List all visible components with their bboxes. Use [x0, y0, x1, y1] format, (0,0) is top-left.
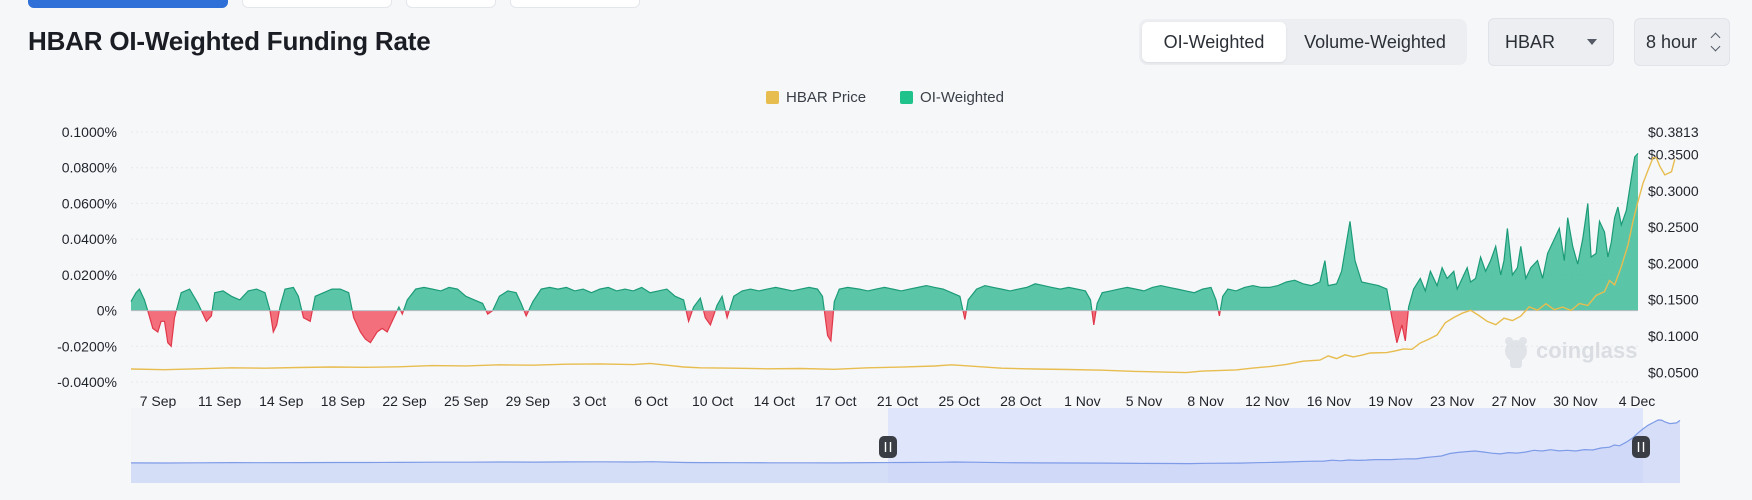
x-tick: 21 Oct: [877, 393, 918, 409]
x-tick: 5 Nov: [1126, 393, 1163, 409]
watermark-logo-ear: [1519, 337, 1527, 345]
y-tick-left: 0.0200%: [62, 267, 117, 283]
x-tick: 11 Sep: [198, 393, 242, 409]
y-tick-right: $0.1500: [1648, 292, 1699, 308]
y-tick-right: $0.3500: [1648, 147, 1699, 163]
y-tick-left: 0.0400%: [62, 231, 117, 247]
x-tick: 8 Nov: [1187, 393, 1224, 409]
x-tick: 14 Oct: [754, 393, 795, 409]
x-tick: 29 Sep: [506, 393, 551, 409]
x-tick: 23 Nov: [1430, 393, 1474, 409]
y-tick-right: $0.2500: [1648, 219, 1699, 235]
x-tick: 16 Nov: [1307, 393, 1351, 409]
y-tick-right: $0.1000: [1648, 328, 1699, 344]
x-tick: 18 Sep: [321, 393, 366, 409]
funding-rate-chart: 0.1000% 0.0800% 0.0600% 0.0400% 0.0200% 0% -0.…: [57, 124, 1699, 483]
y-axis-left: 0.1000% 0.0800% 0.0600% 0.0400% 0.0200% 0% -0.…: [57, 124, 117, 390]
x-tick: 6 Oct: [634, 393, 668, 409]
y-tick-left: -0.0400%: [57, 374, 117, 390]
watermark-text: coinglass: [1536, 338, 1637, 363]
y-tick-right: $0.0500: [1648, 364, 1699, 380]
x-tick: 1 Nov: [1064, 393, 1101, 409]
x-tick: 4 Dec: [1619, 393, 1656, 409]
x-tick: 28 Oct: [1000, 393, 1041, 409]
y-tick-right: $0.2000: [1648, 255, 1699, 271]
pause-handle-icon: [879, 436, 897, 458]
x-axis: 7 Sep 11 Sep 14 Sep 18 Sep 22 Sep 25 Sep 29 Se…: [140, 393, 1656, 409]
pause-handle-icon: [1632, 436, 1650, 458]
watermark-logo-body: [1510, 358, 1522, 368]
y-tick-left: 0.0800%: [62, 160, 117, 176]
x-tick: 27 Nov: [1492, 393, 1536, 409]
navigator-handle-right[interactable]: [1632, 436, 1650, 458]
navigator: [130, 408, 1681, 483]
y-tick-left: -0.0200%: [57, 338, 117, 354]
x-tick: 25 Oct: [939, 393, 980, 409]
y-tick-left: 0.1000%: [62, 124, 117, 140]
x-tick: 19 Nov: [1368, 393, 1412, 409]
gridlines: [131, 131, 1638, 383]
funding-area-negative: [131, 310, 1638, 347]
x-tick: 10 Oct: [692, 393, 733, 409]
x-tick: 14 Sep: [259, 393, 304, 409]
navigator-handle-left[interactable]: [879, 436, 897, 458]
x-tick: 30 Nov: [1553, 393, 1597, 409]
y-tick-left: 0.0600%: [62, 195, 117, 211]
price-line: [130, 156, 1676, 374]
y-tick-right: $0.3000: [1648, 183, 1699, 199]
coinglass-logo: coinglass: [1505, 337, 1637, 368]
x-tick: 3 Oct: [573, 393, 607, 409]
x-tick: 22 Sep: [382, 393, 427, 409]
x-tick: 25 Sep: [444, 393, 489, 409]
watermark-logo-ear: [1505, 337, 1513, 345]
x-tick: 7 Sep: [140, 393, 177, 409]
x-tick: 12 Nov: [1245, 393, 1289, 409]
x-tick: 17 Oct: [815, 393, 856, 409]
y-tick-right: $0.3813: [1648, 124, 1699, 140]
series-oi-weighted: [130, 152, 1639, 348]
y-tick-left: 0%: [97, 303, 117, 319]
